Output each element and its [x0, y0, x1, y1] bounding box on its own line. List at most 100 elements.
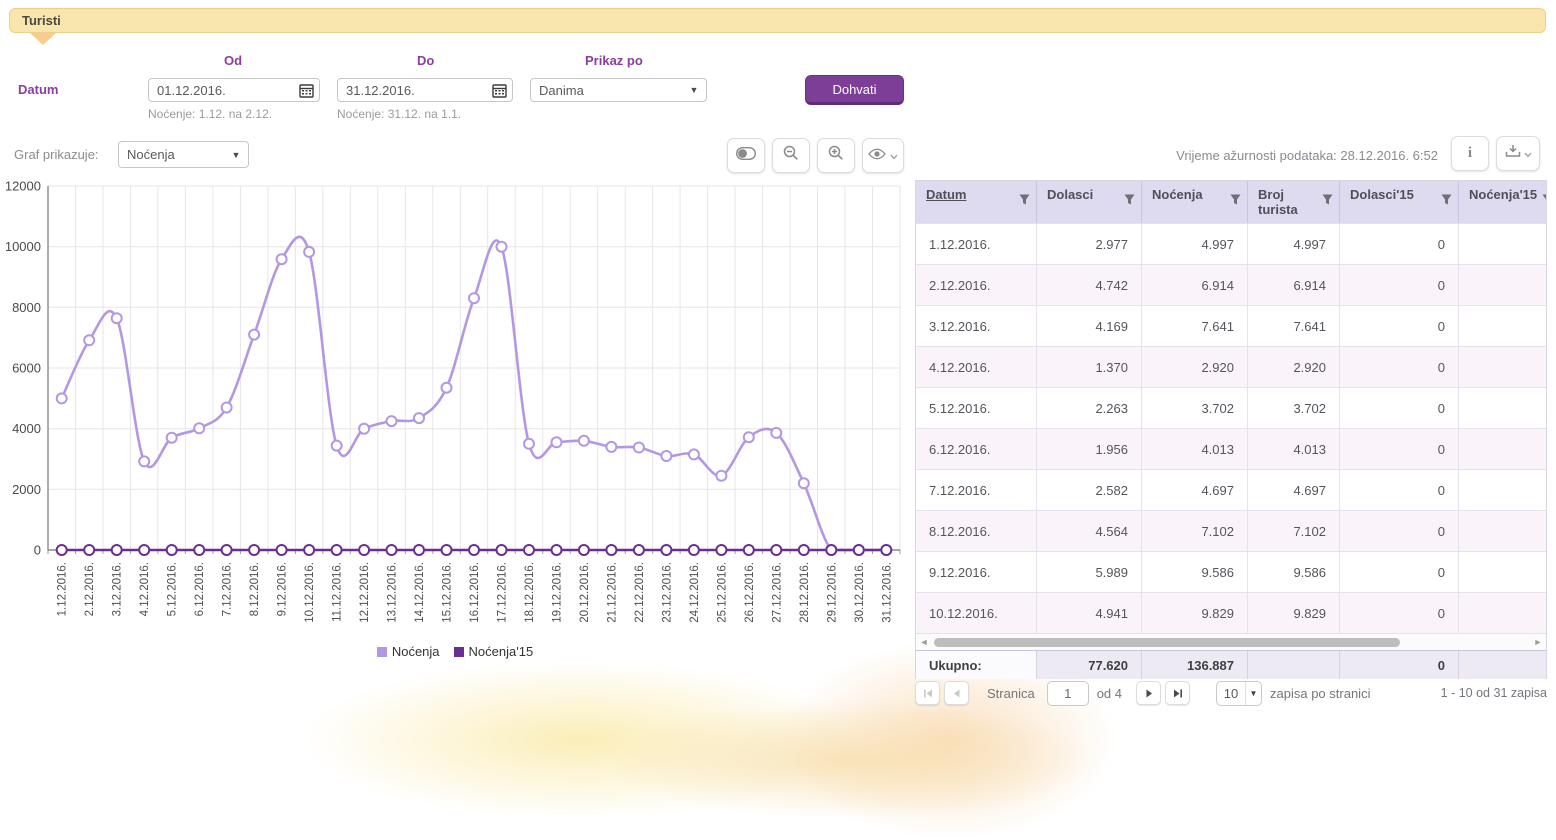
table-cell: 3.12.2016.: [916, 306, 1037, 346]
scrollbar-track[interactable]: [932, 637, 1530, 648]
scrollbar-thumb[interactable]: [934, 638, 1400, 647]
column-header-dolasci[interactable]: Dolasci: [1037, 181, 1142, 223]
date-from-hint: Noćenje: 1.12. na 2.12.: [148, 107, 272, 121]
svg-text:26.12.2016.: 26.12.2016.: [744, 562, 756, 623]
table-cell: 1.12.2016.: [916, 224, 1037, 264]
filter-funnel-icon[interactable]: [1019, 194, 1030, 205]
svg-text:15.12.2016.: 15.12.2016.: [442, 562, 454, 623]
column-header-broj-turista[interactable]: Brojturista: [1248, 181, 1340, 223]
table-cell: 0: [1340, 593, 1459, 633]
table-cell: 6.914: [1142, 265, 1248, 305]
zoom-out-icon: [783, 145, 799, 166]
legend-item[interactable]: Noćenja'15: [454, 644, 534, 659]
table-row[interactable]: 7.12.2016.2.5824.6974.6970: [916, 469, 1546, 510]
table-cell: 0: [1340, 429, 1459, 469]
table-row[interactable]: 1.12.2016.2.9774.9974.9970: [916, 223, 1546, 264]
table-row[interactable]: 3.12.2016.4.1697.6417.6410: [916, 305, 1546, 346]
column-header-datum[interactable]: Datum: [916, 181, 1037, 223]
table-cell: 4.013: [1142, 429, 1248, 469]
table-cell: 5.989: [1037, 552, 1142, 592]
line-chart[interactable]: 0200040006000800010000120001.12.2016.2.1…: [6, 176, 911, 646]
column-header-no-enja[interactable]: Noćenja: [1142, 181, 1248, 223]
graf-prikazuje-select[interactable]: Noćenja ▼: [118, 141, 249, 168]
table-row[interactable]: 8.12.2016.4.5647.1027.1020: [916, 510, 1546, 551]
table-cell: 4.997: [1248, 224, 1340, 264]
scroll-left-icon[interactable]: ◄: [916, 634, 932, 650]
prikaz-po-select[interactable]: Danima ▼: [530, 78, 707, 102]
svg-text:4.12.2016.: 4.12.2016.: [139, 562, 151, 616]
calendar-icon[interactable]: [293, 79, 319, 101]
filter-funnel-icon[interactable]: [1441, 194, 1452, 205]
svg-text:29.12.2016.: 29.12.2016.: [826, 562, 838, 623]
date-to-input[interactable]: 31.12.2016.: [337, 78, 513, 102]
svg-text:8.12.2016.: 8.12.2016.: [249, 562, 261, 616]
prev-page-button[interactable]: [944, 681, 969, 705]
table-cell: 9.829: [1142, 593, 1248, 633]
date-from-input[interactable]: 01.12.2016.: [148, 78, 320, 102]
dohvati-button-label: Dohvati: [832, 82, 876, 97]
table-row[interactable]: 6.12.2016.1.9564.0134.0130: [916, 428, 1546, 469]
table-cell: [1459, 429, 1546, 469]
page-size-select[interactable]: 10 ▼: [1216, 681, 1262, 706]
svg-text:23.12.2016.: 23.12.2016.: [661, 562, 673, 623]
first-page-button[interactable]: [915, 681, 940, 705]
table-cell: 6.914: [1248, 265, 1340, 305]
toggle-pan-button[interactable]: [727, 138, 765, 173]
svg-text:10000: 10000: [6, 239, 41, 254]
svg-text:9.12.2016.: 9.12.2016.: [277, 562, 289, 616]
tab-turisti-label: Turisti: [22, 13, 61, 28]
last-page-button[interactable]: [1165, 681, 1190, 705]
svg-text:6000: 6000: [12, 361, 41, 376]
next-page-button[interactable]: [1136, 681, 1161, 705]
prikaz-po-label: Prikaz po: [585, 53, 643, 68]
legend-item[interactable]: Noćenja: [377, 644, 440, 659]
zoom-out-button[interactable]: [772, 138, 810, 173]
table-cell: 0: [1340, 388, 1459, 428]
filter-funnel-icon[interactable]: [1230, 194, 1241, 205]
table-cell: 0: [1340, 511, 1459, 551]
chevron-down-icon[interactable]: ▼: [224, 142, 248, 167]
dohvati-button[interactable]: Dohvati: [805, 75, 904, 105]
table-cell: 2.263: [1037, 388, 1142, 428]
table-cell: [1459, 224, 1546, 264]
svg-text:12000: 12000: [6, 179, 41, 194]
filter-funnel-icon[interactable]: [1322, 194, 1333, 205]
svg-text:8000: 8000: [12, 300, 41, 315]
svg-text:27.12.2016.: 27.12.2016.: [771, 562, 783, 623]
table-cell: 0: [1340, 306, 1459, 346]
table-cell: [1459, 593, 1546, 633]
table-row[interactable]: 5.12.2016.2.2633.7023.7020: [916, 387, 1546, 428]
graf-prikazuje-value: Noćenja: [119, 147, 224, 162]
table-row[interactable]: 2.12.2016.4.7426.9146.9140: [916, 264, 1546, 305]
table-cell: 0: [1340, 470, 1459, 510]
tab-turisti[interactable]: Turisti: [9, 8, 1546, 33]
svg-text:3.12.2016.: 3.12.2016.: [112, 562, 124, 616]
svg-text:2000: 2000: [12, 482, 41, 497]
table-cell: 4.697: [1142, 470, 1248, 510]
total-cell: 77.620: [1037, 651, 1142, 679]
table-row[interactable]: 10.12.2016.4.9419.8299.8290: [916, 592, 1546, 633]
column-header-dolasci-15[interactable]: Dolasci'15: [1340, 181, 1459, 223]
filter-funnel-icon[interactable]: [1124, 194, 1135, 205]
table-horizontal-scrollbar[interactable]: ◄ ►: [916, 633, 1546, 650]
table-cell: 8.12.2016.: [916, 511, 1037, 551]
decorative-blob: [600, 700, 1100, 820]
filter-funnel-icon[interactable]: [1542, 194, 1547, 205]
chevron-down-icon[interactable]: ▼: [682, 79, 706, 101]
series-visibility-button[interactable]: [862, 138, 904, 173]
export-download-button[interactable]: [1496, 136, 1540, 171]
table-total-row: Ukupno:77.620136.8870: [916, 650, 1546, 679]
page-number-input[interactable]: [1047, 681, 1089, 706]
zoom-in-button[interactable]: [817, 138, 855, 173]
calendar-icon[interactable]: [486, 79, 512, 101]
table-cell: 2.920: [1142, 347, 1248, 387]
table-row[interactable]: 4.12.2016.1.3702.9202.9200: [916, 346, 1546, 387]
results-table: DatumDolasciNoćenjaBrojturistaDolasci'15…: [915, 180, 1547, 679]
table-cell: 4.941: [1037, 593, 1142, 633]
scroll-right-icon[interactable]: ►: [1530, 634, 1546, 650]
table-cell: 9.829: [1248, 593, 1340, 633]
column-header-no-enja-15[interactable]: Noćenja'15: [1459, 181, 1547, 223]
info-button[interactable]: i: [1451, 136, 1489, 171]
svg-text:5.12.2016.: 5.12.2016.: [167, 562, 179, 616]
table-row[interactable]: 9.12.2016.5.9899.5869.5860: [916, 551, 1546, 592]
